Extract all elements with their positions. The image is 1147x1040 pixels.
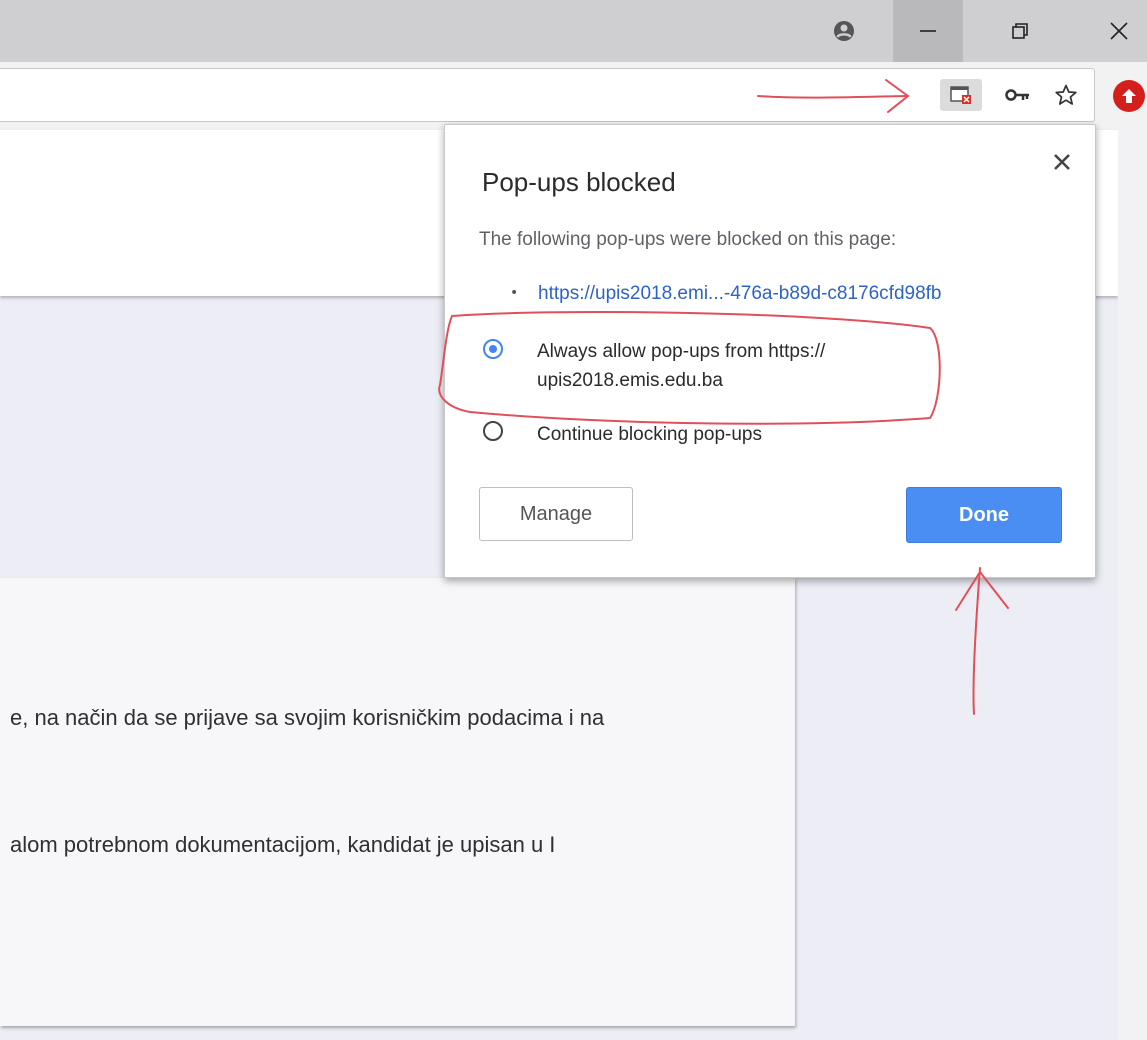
key-icon[interactable]: [1000, 79, 1036, 111]
address-bar[interactable]: [0, 68, 1095, 122]
popups-blocked-bubble: Pop-ups blocked The following pop-ups we…: [444, 124, 1096, 578]
close-icon[interactable]: [1090, 0, 1147, 62]
bullet-icon: •: [510, 285, 519, 301]
extension-icon[interactable]: [1113, 80, 1145, 112]
star-icon[interactable]: [1048, 79, 1084, 111]
minimize-icon[interactable]: [893, 0, 963, 62]
blocked-popup-link[interactable]: https://upis2018.emi...-476a-b89d-c8176c…: [538, 283, 942, 305]
content-text-line: alom potrebnom dokumentacijom, kandidat …: [10, 832, 556, 857]
restore-icon[interactable]: [990, 0, 1050, 62]
continue-blocking-label[interactable]: Continue blocking pop-ups: [537, 424, 762, 446]
content-text-line: e, na način da se prijave sa svojim kori…: [10, 705, 605, 730]
bubble-title: Pop-ups blocked: [482, 167, 676, 197]
continue-blocking-radio[interactable]: [483, 421, 503, 441]
close-icon[interactable]: [1045, 145, 1079, 179]
page-scroll-strip: [1118, 130, 1147, 1040]
manage-button[interactable]: Manage: [479, 487, 633, 541]
always-allow-radio[interactable]: [483, 339, 503, 359]
done-button[interactable]: Done: [906, 487, 1062, 543]
browser-toolbar: [0, 62, 1147, 130]
account-circle-icon[interactable]: [814, 0, 874, 62]
content-card: [0, 578, 795, 1026]
always-allow-label[interactable]: Always allow pop-ups from https:// upis2…: [537, 337, 957, 395]
window-title-bar: [0, 0, 1147, 62]
popup-blocked-icon[interactable]: [940, 79, 982, 111]
bubble-subtitle: The following pop-ups were blocked on th…: [479, 229, 897, 250]
